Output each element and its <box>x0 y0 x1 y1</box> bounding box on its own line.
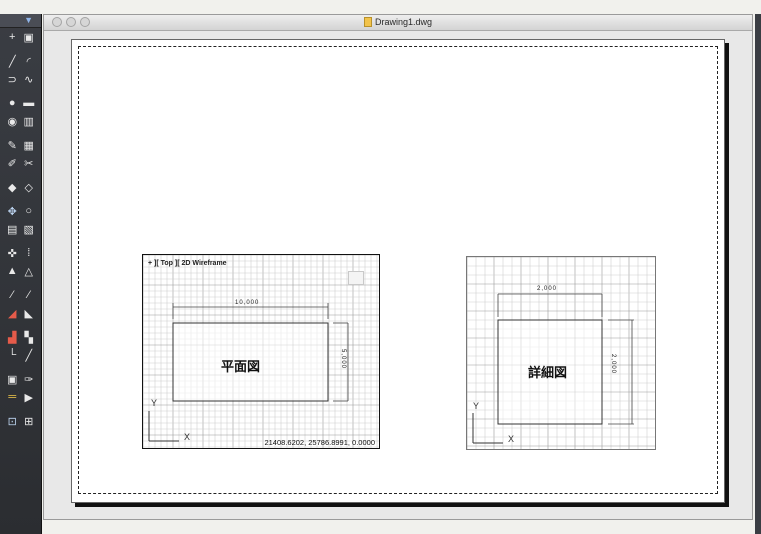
tool-row: ⊃ ∿ <box>0 70 41 88</box>
chamfer-icon[interactable]: ◣ <box>22 306 36 320</box>
crosshair-icon[interactable]: + <box>5 30 19 44</box>
block-icon[interactable]: ▧ <box>22 222 36 236</box>
dimension-vertical: 5,000 <box>340 349 346 370</box>
detail-dimension-vertical: 2,000 <box>610 354 616 375</box>
palette-dropdown-icon[interactable]: ▼ <box>24 15 33 25</box>
text-icon[interactable]: ✎ <box>5 138 19 152</box>
tool-row: ⁄ ⁄ <box>0 286 41 304</box>
title-bar[interactable]: Drawing1.dwg <box>44 15 752 31</box>
right-edge-panel <box>755 14 761 534</box>
polyline-icon[interactable]: ⊃ <box>5 72 19 86</box>
rectangle-icon[interactable]: ▬ <box>22 96 36 110</box>
match-icon[interactable]: ✑ <box>22 372 36 386</box>
viewcube[interactable] <box>348 271 364 285</box>
palette-header[interactable]: ▼ <box>0 14 41 28</box>
window-title: Drawing1.dwg <box>44 17 752 27</box>
tool-row: ▲ △ <box>0 262 41 280</box>
table-icon[interactable]: ▦ <box>22 138 36 152</box>
paint-icon[interactable]: ▣ <box>22 30 36 44</box>
grid-icon[interactable]: ⁞ <box>22 246 36 260</box>
x-axis-label: X <box>184 432 191 442</box>
snap-icon[interactable]: ✜ <box>5 246 19 260</box>
layer-icon[interactable]: ◆ <box>5 180 19 194</box>
fillet-icon[interactable]: ◢ <box>5 306 19 320</box>
plan-view-label: 平面図 <box>221 360 261 375</box>
hatch-edit-icon[interactable]: ✂ <box>22 156 36 170</box>
detail-view-label: 詳細図 <box>528 366 568 381</box>
tool-row: ⊡ ⊞ <box>0 412 41 430</box>
tool-row: ✜ ⁞ <box>0 244 41 262</box>
tool-row: ✐ ✂ <box>0 154 41 172</box>
dimension-horizontal: 10,000 <box>235 300 260 306</box>
spline-icon[interactable]: ∿ <box>22 72 36 86</box>
viewport-detail[interactable]: 2,000 2,000 詳細図 Y X <box>466 256 656 450</box>
tool-row: ▣ ✑ <box>0 370 41 388</box>
detail-x-axis-label: X <box>508 434 515 444</box>
extend-icon[interactable]: ⁄ <box>22 288 36 302</box>
viewport-detail-grid <box>467 257 655 449</box>
viewport-controls[interactable]: + ][ Top ][ 2D Wireframe <box>148 260 227 267</box>
leader-icon[interactable]: ╱ <box>22 348 36 362</box>
app-root: ▼ + ▣ ╱ ◜ ⊃ ∿ ● ▬ ◉ ▥ ✎ ▦ ✐ ✂ ◆ ◇ ✥ ○ ▤ ▧ ✜ ⁞ ▲ △ ⁄ ⁄ ◢ ◣ ▟ ▚ └ ╱ ▣ ✑ ═ ▶ ⊡ ⊞… <box>0 0 761 534</box>
mirror-icon[interactable]: ▲ <box>5 264 19 278</box>
measure-icon[interactable]: ▶ <box>22 390 36 404</box>
line-icon[interactable]: ╱ <box>5 54 19 68</box>
layout-sheet[interactable]: + ][ Top ][ 2D Wireframe 10,000 5,000 平面… <box>71 39 725 503</box>
pencil-icon[interactable]: ✐ <box>5 156 19 170</box>
eraser-icon[interactable]: ◇ <box>22 180 36 194</box>
cursor-coordinates: 21408.6202, 25786.8991, 0.0000 <box>264 438 375 447</box>
layer-color-icon[interactable]: ▟ <box>5 330 19 344</box>
tool-row: ◢ ◣ <box>0 304 41 322</box>
tool-row: ▤ ▧ <box>0 220 41 238</box>
tool-row: ✎ ▦ <box>0 136 41 154</box>
rotate-icon[interactable]: ○ <box>22 204 36 218</box>
tool-row: ◆ ◇ <box>0 178 41 196</box>
move-icon[interactable]: ✥ <box>5 204 19 218</box>
tool-row: └ ╱ <box>0 346 41 364</box>
offset-icon[interactable]: △ <box>22 264 36 278</box>
tool-row: ● ▬ <box>0 94 41 112</box>
viewport-plan[interactable]: + ][ Top ][ 2D Wireframe 10,000 5,000 平面… <box>142 254 380 449</box>
detail-dimension-horizontal: 2,000 <box>537 286 558 292</box>
properties-icon[interactable]: ▚ <box>22 330 36 344</box>
copy-icon[interactable]: ▤ <box>5 222 19 236</box>
window-title-text: Drawing1.dwg <box>374 17 433 27</box>
zoom-icon[interactable]: ⊡ <box>5 414 19 428</box>
tool-row: ╱ ◜ <box>0 52 41 70</box>
circle-icon[interactable]: ● <box>5 96 19 110</box>
tool-row: + ▣ <box>0 28 41 46</box>
tool-row: ═ ▶ <box>0 388 41 406</box>
dimension-icon[interactable]: └ <box>5 348 19 362</box>
tool-palette: ▼ + ▣ ╱ ◜ ⊃ ∿ ● ▬ ◉ ▥ ✎ ▦ ✐ ✂ ◆ ◇ ✥ ○ ▤ ▧ ✜ ⁞ ▲ △ ⁄ ⁄ ◢ ◣ ▟ ▚ └ ╱ ▣ ✑ ═ ▶ ⊡ ⊞ <box>0 14 42 534</box>
y-axis-label: Y <box>151 398 158 408</box>
tool-row: ✥ ○ <box>0 202 41 220</box>
tool-list: + ▣ ╱ ◜ ⊃ ∿ ● ▬ ◉ ▥ ✎ ▦ ✐ ✂ ◆ ◇ ✥ ○ ▤ ▧ ✜ ⁞ ▲ △ ⁄ ⁄ ◢ ◣ ▟ ▚ └ ╱ ▣ ✑ ═ ▶ ⊡ ⊞ <box>0 28 41 430</box>
tool-row: ◉ ▥ <box>0 112 41 130</box>
hatch-icon[interactable]: ▥ <box>22 114 36 128</box>
trim-icon[interactable]: ⁄ <box>5 288 19 302</box>
document-icon <box>363 17 372 27</box>
ellipse-icon[interactable]: ◉ <box>5 114 19 128</box>
tool-row: ▟ ▚ <box>0 328 41 346</box>
arc-icon[interactable]: ◜ <box>22 54 36 68</box>
layout-icon[interactable]: ═ <box>5 390 19 404</box>
pan-icon[interactable]: ⊞ <box>22 414 36 428</box>
detail-y-axis-label: Y <box>473 401 480 411</box>
array-icon[interactable]: ▣ <box>5 372 19 386</box>
